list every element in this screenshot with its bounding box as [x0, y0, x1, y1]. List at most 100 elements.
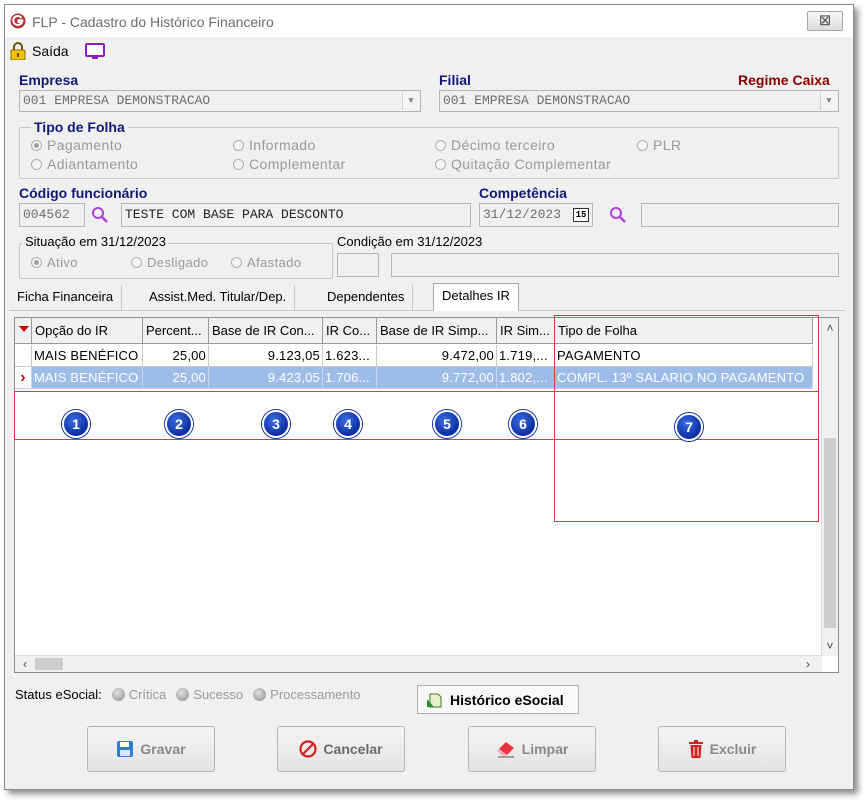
calendar-icon[interactable]: 15 [573, 208, 589, 222]
radio-label: Quitação Complementar [451, 156, 612, 172]
horizontal-scrollbar[interactable]: ‹ › [15, 655, 822, 672]
tab-ficha-financeira[interactable]: Ficha Financeira [9, 285, 123, 310]
radio-selected-icon [31, 257, 42, 268]
cell-percent: 25,00 [143, 345, 209, 367]
tab-dependentes[interactable]: Dependentes [319, 285, 414, 310]
annotation-badge-5: 5 [433, 410, 461, 438]
codigo-funcionario-label: Código funcionário [19, 185, 148, 201]
cell-ir-co: 1.623... [323, 345, 377, 367]
row-pointer-icon: › [15, 367, 32, 389]
saida-button[interactable]: Saída [10, 42, 69, 60]
radio-afastado[interactable]: Afastado [231, 255, 302, 270]
gravar-label: Gravar [140, 741, 186, 757]
col-ir-co[interactable]: IR Co... [323, 318, 377, 344]
col-ir-sim[interactable]: IR Sim... [497, 318, 555, 344]
status-esocial-label: Status eSocial: [15, 687, 102, 702]
filial-select[interactable]: 001 EMPRESA DEMONSTRACAO ▼ [439, 90, 839, 112]
radio-plr[interactable]: PLR [637, 137, 681, 153]
cell-percent: 25,00 [143, 367, 209, 389]
empresa-select[interactable]: 001 EMPRESA DEMONSTRACAO ▼ [19, 90, 421, 112]
scroll-thumb[interactable] [824, 438, 836, 628]
radio-desligado[interactable]: Desligado [131, 255, 208, 270]
radio-label: Adiantamento [47, 156, 139, 172]
annotation-badge-2: 2 [165, 410, 193, 438]
vertical-scrollbar[interactable]: ˄ ˅ [821, 318, 838, 656]
filial-value: 001 EMPRESA DEMONSTRACAO [443, 93, 631, 108]
sort-indicator-cell[interactable] [15, 318, 32, 344]
status-esocial-bar: Status eSocial: Crítica Sucesso Processa… [15, 687, 360, 702]
radio-pagamento[interactable]: Pagamento [31, 137, 122, 153]
competencia-value: 31/12/2023 [483, 207, 562, 222]
radio-decimo-terceiro[interactable]: Décimo terceiro [435, 137, 555, 153]
monitor-icon[interactable] [85, 43, 105, 61]
tipo-folha-group [19, 127, 839, 179]
close-button[interactable]: ⊠ [807, 11, 843, 31]
chevron-down-icon[interactable]: ▼ [402, 92, 419, 110]
col-base-ir-con[interactable]: Base de IR Con... [209, 318, 323, 344]
col-base-ir-simp[interactable]: Base de IR Simp... [377, 318, 497, 344]
empresa-label: Empresa [19, 72, 79, 88]
filial-label: Filial [439, 72, 471, 88]
document-icon [427, 693, 442, 707]
radio-icon [435, 139, 446, 151]
annotation-badge-4: 4 [334, 410, 362, 438]
chevron-down-icon[interactable]: ▼ [820, 92, 837, 110]
col-opcao-ir[interactable]: Opção do IR [32, 318, 143, 344]
radio-icon [637, 139, 648, 151]
cell-base-ir-simp: 9.472,00 [377, 345, 497, 367]
excluir-button[interactable]: Excluir [658, 726, 786, 772]
cancelar-button[interactable]: Cancelar [277, 726, 405, 772]
radio-label: Afastado [247, 255, 302, 270]
regime-label: Regime Caixa [738, 72, 830, 88]
condicao-title: Condição em 31/12/2023 [337, 234, 483, 249]
app-logo-icon [10, 13, 26, 29]
gravar-button[interactable]: Gravar [87, 726, 215, 772]
codigo-funcionario-input[interactable]: 004562 [19, 203, 85, 227]
radio-label: Desligado [147, 255, 209, 270]
status-dot-icon [111, 688, 125, 701]
excluir-label: Excluir [709, 741, 757, 757]
trash-icon [688, 740, 703, 758]
chevron-right-icon[interactable]: › [800, 656, 816, 672]
radio-label: Pagamento [47, 137, 123, 153]
tab-assist-med[interactable]: Assist.Med. Titular/Dep. [141, 285, 296, 310]
competencia-input[interactable]: 31/12/2023 15 [479, 203, 593, 227]
status-sucesso: Sucesso [176, 687, 243, 702]
status-item-label: Processamento [270, 687, 361, 702]
radio-icon [231, 257, 242, 268]
radio-complementar[interactable]: Complementar [233, 156, 346, 172]
tab-bar: Ficha Financeira Assist.Med. Titular/Dep… [9, 283, 845, 311]
sort-down-icon [19, 326, 29, 332]
radio-informado[interactable]: Informado [233, 137, 316, 153]
historico-esocial-button[interactable]: Histórico eSocial [417, 685, 579, 714]
status-dot-icon [253, 688, 267, 701]
cell-opcao-ir: MAIS BENÉFICO [32, 367, 143, 389]
condicao-code-field [337, 253, 379, 277]
radio-label: Informado [249, 137, 316, 153]
tipo-folha-title: Tipo de Folha [31, 119, 128, 135]
annotation-badge-3: 3 [262, 410, 290, 438]
search-icon[interactable] [609, 206, 627, 224]
chevron-down-icon[interactable]: ˅ [822, 638, 838, 654]
search-icon[interactable] [91, 206, 109, 224]
cell-opcao-ir: MAIS BENÉFICO [32, 345, 143, 367]
tab-detalhes-ir[interactable]: Detalhes IR [433, 283, 519, 311]
status-processamento: Processamento [253, 687, 360, 702]
chevron-up-icon[interactable]: ˄ [822, 320, 838, 336]
nome-funcionario-field: TESTE COM BASE PARA DESCONTO [121, 203, 471, 227]
competencia-desc-field [641, 203, 839, 227]
radio-icon [435, 158, 446, 170]
status-critica: Crítica [111, 687, 166, 702]
radio-adiantamento[interactable]: Adiantamento [31, 156, 138, 172]
save-icon [117, 741, 134, 757]
empresa-value: 001 EMPRESA DEMONSTRACAO [23, 93, 211, 108]
radio-ativo[interactable]: Ativo [31, 255, 78, 270]
chevron-left-icon[interactable]: ‹ [17, 656, 33, 672]
radio-icon [31, 158, 42, 170]
scroll-thumb[interactable] [35, 658, 63, 670]
col-percent[interactable]: Percent... [143, 318, 209, 344]
limpar-button[interactable]: Limpar [468, 726, 596, 772]
radio-quitacao-complementar[interactable]: Quitação Complementar [435, 156, 611, 172]
annotation-badge-6: 6 [509, 410, 537, 438]
title-bar: FLP - Cadastro do Histórico Financeiro ⊠ [5, 5, 853, 37]
